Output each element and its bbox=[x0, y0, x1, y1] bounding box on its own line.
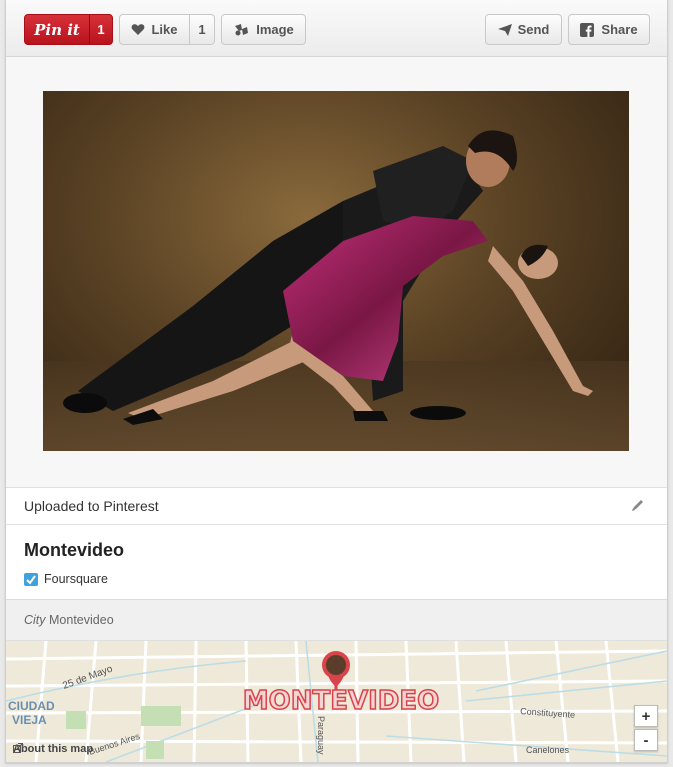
pin-count: 1 bbox=[89, 15, 112, 44]
location-map[interactable]: MONTEVIDEO 25 de Mayo CIUDAD VIEJA Parag… bbox=[6, 641, 667, 762]
city-text: City Montevideo bbox=[24, 613, 114, 627]
map-street-label: Canelones bbox=[526, 745, 570, 755]
map-street-label: 25 de Mayo bbox=[61, 663, 114, 691]
city-row: City Montevideo bbox=[6, 600, 667, 641]
place-source-label: Foursquare bbox=[44, 572, 108, 586]
like-main[interactable]: Like bbox=[120, 15, 189, 44]
city-label: City bbox=[24, 613, 46, 627]
map-street-label: Constituyente bbox=[520, 706, 576, 720]
image-button[interactable]: Image bbox=[221, 14, 306, 45]
map-district-label: VIEJA bbox=[12, 713, 47, 727]
map-street-label: Paraguay bbox=[316, 716, 326, 755]
pin-image[interactable] bbox=[43, 91, 629, 451]
pin-card: Pin it 1 Like 1 Image Send Share Uploade… bbox=[5, 0, 668, 763]
paper-plane-icon bbox=[497, 23, 512, 36]
about-map-link[interactable]: About this map bbox=[13, 743, 96, 755]
upload-source-text: Uploaded to Pinterest bbox=[24, 498, 159, 514]
upload-source-row: Uploaded to Pinterest bbox=[6, 488, 667, 525]
photo-area bbox=[6, 57, 667, 488]
city-value: Montevideo bbox=[49, 613, 114, 627]
like-count: 1 bbox=[189, 15, 214, 44]
map-marker-label: MONTEVIDEO bbox=[243, 686, 439, 716]
pin-it-button[interactable]: Pin it 1 bbox=[24, 14, 113, 45]
about-map-label: About this map bbox=[13, 743, 94, 755]
heart-icon bbox=[131, 23, 145, 36]
place-source[interactable]: Foursquare bbox=[24, 572, 108, 586]
image-label: Image bbox=[256, 22, 294, 37]
map-zoom-in-button[interactable]: + bbox=[634, 705, 658, 727]
toolbar: Pin it 1 Like 1 Image Send Share bbox=[6, 0, 667, 57]
pencil-icon[interactable] bbox=[631, 498, 645, 512]
pin-it-label: Pin it bbox=[34, 20, 80, 39]
send-label: Send bbox=[517, 22, 550, 37]
share-button[interactable]: Share bbox=[568, 14, 650, 45]
send-button[interactable]: Send bbox=[485, 14, 562, 45]
place-title[interactable]: Montevideo bbox=[24, 540, 124, 561]
facebook-icon bbox=[580, 22, 595, 37]
map-district-label: CIUDAD bbox=[8, 699, 55, 713]
share-label: Share bbox=[601, 22, 638, 37]
place-info: Montevideo Foursquare bbox=[6, 525, 667, 600]
like-button[interactable]: Like 1 bbox=[119, 14, 215, 45]
image-broken-icon bbox=[233, 23, 249, 37]
like-label: Like bbox=[151, 22, 178, 37]
map-zoom-out-button[interactable]: - bbox=[634, 729, 658, 751]
foursquare-icon bbox=[24, 572, 38, 586]
